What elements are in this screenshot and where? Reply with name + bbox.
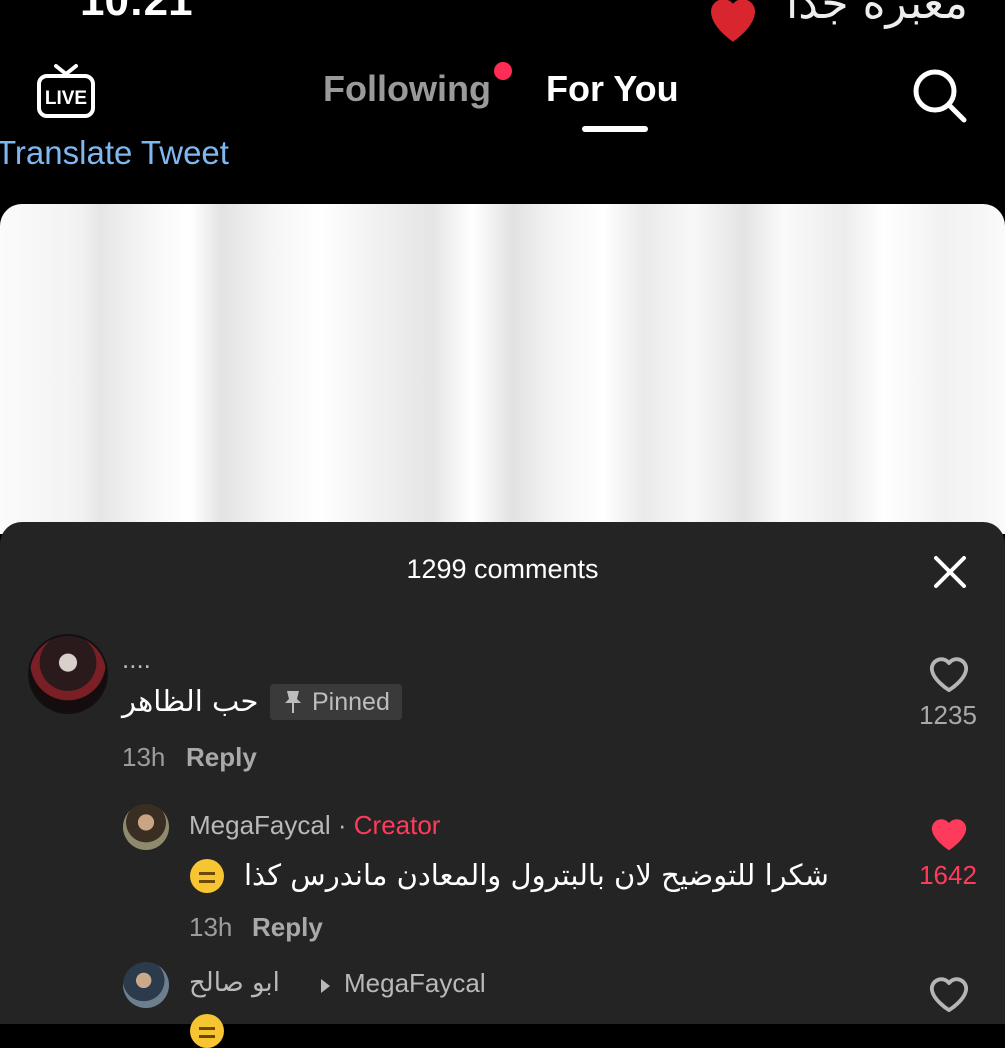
tab-following[interactable]: Following (323, 68, 491, 110)
comments-count: 1299 comments (406, 554, 599, 584)
avatar[interactable] (123, 962, 169, 1008)
heart-filled-icon (931, 819, 967, 851)
like-button[interactable] (926, 972, 972, 1014)
like-button[interactable] (926, 812, 972, 854)
heart-emoji-icon (711, 0, 755, 42)
comment-text: حب الظاهر (122, 684, 259, 718)
separator-dot: · (337, 810, 347, 840)
reply-button[interactable]: Reply (186, 742, 257, 773)
overlay-caption: معبرة جدا (786, 0, 968, 29)
live-tv-icon: LIVE (37, 64, 95, 118)
pinned-badge: Pinned (270, 684, 402, 720)
expressionless-face-icon (190, 859, 224, 893)
creator-tag: Creator (353, 810, 441, 840)
comments-sheet: 1299 comments .... حب الظاهر Pinned 13h … (0, 522, 1005, 1048)
comment-time: 13h (122, 742, 166, 772)
status-bar: 10:21 معبرة جدا (0, 0, 1005, 50)
svg-text:LIVE: LIVE (45, 88, 87, 109)
tab-for-you[interactable]: For You (546, 68, 679, 110)
live-button[interactable]: LIVE (36, 60, 96, 122)
avatar[interactable] (28, 634, 108, 714)
comment-time: 13h (189, 912, 233, 942)
heart-outline-icon (929, 977, 969, 1013)
comment-text: شكرا للتوضيح لان بالبترول والمعادن ماندر… (244, 858, 829, 892)
search-button[interactable] (910, 66, 968, 124)
like-count: 1235 (919, 700, 977, 730)
pin-icon (285, 691, 301, 713)
like-count: 1642 (919, 860, 977, 890)
emoji-icon (190, 1014, 224, 1048)
status-time: 10:21 (80, 0, 193, 25)
reply-to-username[interactable]: MegaFaycal (344, 968, 486, 999)
reply-arrow-icon (321, 979, 330, 993)
search-icon (913, 69, 967, 123)
active-tab-indicator (582, 126, 648, 132)
comment-username[interactable]: MegaFaycal (189, 810, 331, 840)
pinned-label: Pinned (312, 687, 390, 716)
notification-dot (494, 62, 512, 80)
heart-outline-icon (929, 657, 969, 693)
comment-username[interactable]: .... (122, 644, 151, 675)
translate-tweet-link[interactable]: Translate Tweet (0, 134, 229, 172)
comment-username[interactable]: ابو صالح (189, 968, 280, 998)
close-button[interactable] (930, 552, 970, 592)
video-preview[interactable] (0, 204, 1005, 534)
like-button[interactable] (926, 652, 972, 694)
avatar[interactable] (123, 804, 169, 850)
close-icon (934, 556, 966, 588)
comment-username-line: MegaFaycal · Creator (189, 810, 440, 841)
reply-button[interactable]: Reply (252, 912, 323, 943)
